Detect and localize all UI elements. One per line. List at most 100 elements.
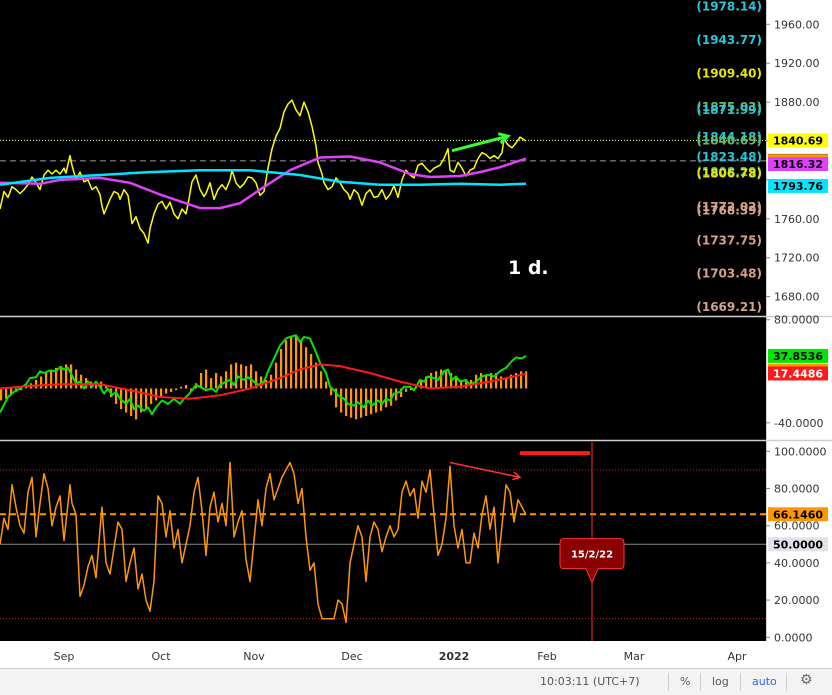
time-axis-background <box>0 641 832 668</box>
panel-oscillator-histogram-bar <box>150 388 153 404</box>
panel-oscillator-histogram-bar <box>445 371 448 389</box>
toolbar-divider <box>740 673 741 691</box>
time-axis-label: Sep <box>54 650 75 663</box>
panel-oscillator-tick-label: 80.0000 <box>774 314 820 327</box>
time-axis-label: 2022 <box>439 650 470 663</box>
panel-oscillator-histogram-bar <box>395 388 398 401</box>
panel-oscillator-histogram-bar <box>235 362 238 389</box>
panel-oscillator-histogram-bar <box>220 376 223 389</box>
panel-oscillator-histogram-bar <box>175 388 178 391</box>
panel-oscillator-value-badge-label: 37.8536 <box>773 350 823 363</box>
panel-oscillator-histogram-bar <box>350 388 353 418</box>
panel-oscillator-histogram-bar <box>165 388 168 394</box>
panel-rsi-tick-label: 100.0000 <box>774 445 827 458</box>
panel-oscillator-histogram-bar <box>40 376 43 389</box>
panel-price-value-badge-label: 1840.69 <box>773 134 823 147</box>
panel-oscillator-histogram-bar <box>115 388 118 404</box>
panel-oscillator-histogram-bar <box>230 364 233 389</box>
timeframe-label: 1 d. <box>508 257 549 279</box>
time-axis-label: Dec <box>341 650 362 663</box>
panel-oscillator-histogram-bar <box>205 369 208 389</box>
time-axis-label: Nov <box>243 650 265 663</box>
panel-oscillator-histogram-bar <box>35 379 38 389</box>
panel-rsi-tick-label: 40.0000 <box>774 557 820 570</box>
chart-canvas[interactable]: 1680.00 1720.00 1760.00 1880.00 1920.00 1960.… <box>0 0 832 668</box>
panel-oscillator-histogram-bar <box>380 388 383 411</box>
panel-oscillator-histogram-bar <box>75 369 78 389</box>
panel-oscillator-histogram-bar <box>240 364 243 389</box>
panel-rsi-tick-label: 20.0000 <box>774 594 820 607</box>
timezone-clock[interactable]: 10:03:11 (UTC+7) <box>540 675 640 688</box>
panel-oscillator-histogram-bar <box>0 388 3 401</box>
panel-oscillator-histogram-bar <box>430 372 433 389</box>
panel-oscillator-histogram-bar <box>275 362 278 389</box>
panel-price-tick-label: 1720.00 <box>774 252 820 265</box>
panel-oscillator-histogram-bar <box>325 381 328 389</box>
panel-oscillator-histogram-bar <box>370 388 373 415</box>
fib-level-label: (1669.21) <box>696 300 762 314</box>
auto-scale-button[interactable]: auto <box>752 675 777 688</box>
percent-scale-button[interactable]: % <box>680 675 690 688</box>
panel-oscillator-histogram-bar <box>295 335 298 389</box>
fib-level-label: (1871.99) <box>696 103 762 117</box>
toolbar-divider <box>786 673 787 691</box>
chart-root: 1680.00 1720.00 1760.00 1880.00 1920.00 1960.… <box>0 0 832 695</box>
panel-oscillator-histogram-bar <box>145 388 148 410</box>
fib-level-label: (1806.78) <box>696 166 762 180</box>
panel-oscillator-histogram-bar <box>160 388 163 398</box>
panel-price-tick-label: 1880.00 <box>774 96 820 109</box>
bottom-toolbar: 10:03:11 (UTC+7) % log auto ⚙ <box>0 668 832 695</box>
panel-rsi-tick-label: 80.0000 <box>774 482 820 495</box>
panel-oscillator-histogram-bar <box>125 388 128 413</box>
panel-oscillator-histogram-bar <box>210 378 213 389</box>
panel-rsi-value-badge-label: 66.1460 <box>773 508 823 521</box>
panel-oscillator-histogram-bar <box>480 372 483 389</box>
panel-oscillator-tick-label: -40.0000 <box>774 417 823 430</box>
panel-oscillator-histogram-bar <box>215 372 218 389</box>
panel-oscillator-histogram-bar <box>135 388 138 420</box>
panel-price-tick-label: 1920.00 <box>774 57 820 70</box>
panel-oscillator-histogram-bar <box>280 348 283 389</box>
fib-level-label: (1943.77) <box>696 33 762 47</box>
time-axis-label: Feb <box>537 650 556 663</box>
gear-icon[interactable]: ⚙ <box>800 672 813 688</box>
time-axis-label: Mar <box>624 650 645 663</box>
fib-level-label: (1703.48) <box>696 267 762 281</box>
panel-oscillator-histogram-bar <box>285 340 288 389</box>
panel-oscillator-histogram-bar <box>320 371 323 389</box>
toolbar-divider <box>668 673 669 691</box>
panel-oscillator-histogram-bar <box>250 364 253 389</box>
fib-level-label: (1737.75) <box>696 233 762 247</box>
panel-oscillator-histogram-bar <box>45 372 48 389</box>
panel-oscillator-histogram-bar <box>505 378 508 389</box>
panel-rsi-tick-label: 60.0000 <box>774 520 820 533</box>
panel-rsi-value-badge-label: 50.0000 <box>773 538 823 551</box>
toolbar-divider <box>700 673 701 691</box>
time-axis-label: Apr <box>727 650 747 663</box>
panel-oscillator-histogram-bar <box>300 340 303 389</box>
panel-oscillator-histogram-bar <box>290 336 293 389</box>
panel-price-tick-label: 1760.00 <box>774 213 820 226</box>
fib-level-label: (1978.14) <box>696 0 762 14</box>
panel-oscillator-histogram-bar <box>440 369 443 389</box>
panel-rsi-tick-label: 0.0000 <box>774 631 813 644</box>
panel-oscillator-histogram-bar <box>225 371 228 389</box>
panel-oscillator-histogram-bar <box>340 388 343 413</box>
fib-level-label: (1909.40) <box>696 67 762 81</box>
panel-oscillator-histogram-bar <box>170 388 173 392</box>
time-axis-label: Oct <box>151 650 171 663</box>
panel-oscillator-histogram-bar <box>180 386 183 389</box>
panel-oscillator-value-badge-label: 17.4486 <box>773 367 823 380</box>
panel-oscillator-histogram-bar <box>155 388 158 401</box>
fib-level-label: (1823.48) <box>696 150 762 164</box>
panel-price-tick-label: 1960.00 <box>774 18 820 31</box>
fib-level-label: (1768.39) <box>696 204 762 218</box>
panel-oscillator-histogram-bar <box>185 385 188 389</box>
fib-level-label: (1840.69) <box>696 133 762 147</box>
date-callout-label: 15/2/22 <box>571 550 613 561</box>
panel-oscillator-histogram-bar <box>405 388 408 392</box>
panel-oscillator-histogram-bar <box>310 354 313 389</box>
panel-price-tick-label: 1680.00 <box>774 291 820 304</box>
panel-price-value-badge-label: 1816.32 <box>773 158 823 171</box>
log-scale-button[interactable]: log <box>712 675 729 688</box>
